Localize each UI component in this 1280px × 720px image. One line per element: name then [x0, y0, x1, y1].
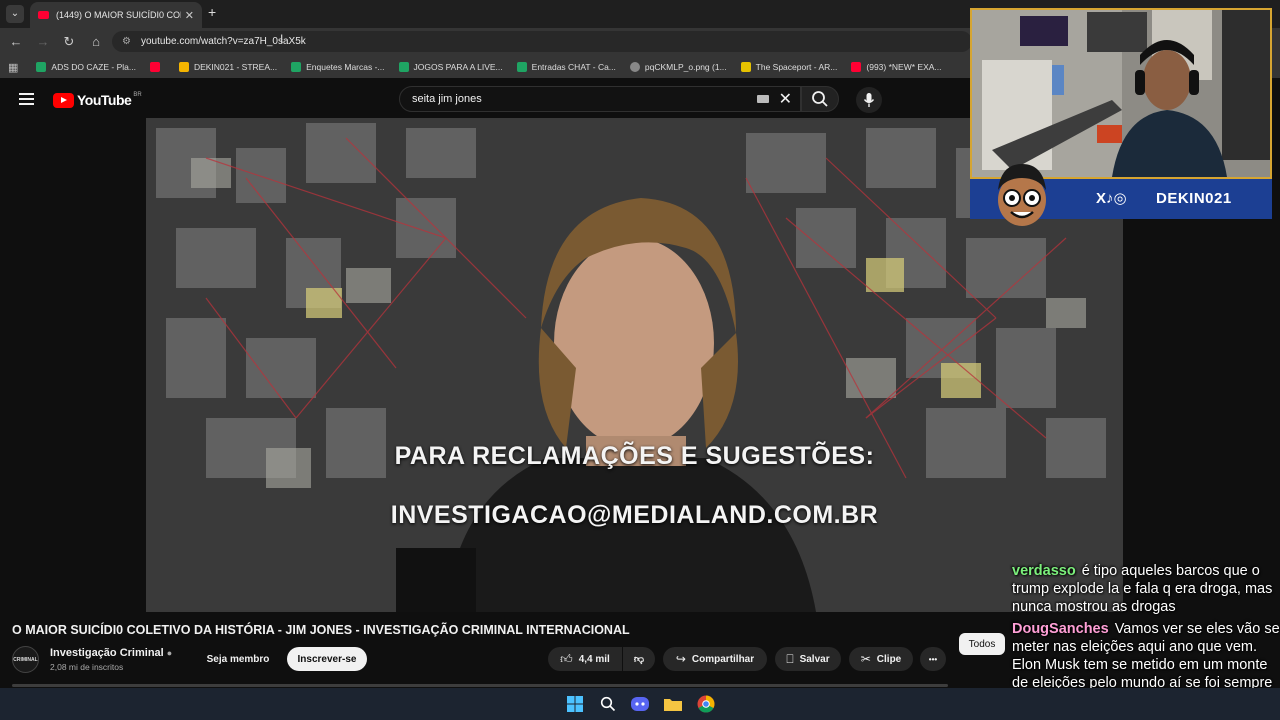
bookmark-item[interactable]: (993) *NEW* EXA...	[851, 62, 942, 72]
join-button[interactable]: Seja membro	[197, 647, 279, 671]
more-actions-button[interactable]: •••	[920, 647, 946, 671]
windows-start-icon[interactable]	[565, 694, 585, 714]
sheets-icon	[36, 62, 47, 72]
bookmark-item[interactable]: DEKIN021 - STREA...	[178, 62, 277, 72]
verified-icon: ●	[166, 648, 173, 658]
image-icon	[629, 62, 640, 72]
scissors-icon: ✂	[860, 652, 871, 666]
search-input[interactable]: seita jim jones ✕	[399, 86, 801, 112]
bookmark-item[interactable]: JOGOS PARA A LIVE...	[398, 62, 503, 72]
sheets-icon	[516, 62, 527, 72]
chrome-icon[interactable]	[696, 694, 716, 714]
clip-button[interactable]: ✂ Clipe	[849, 647, 913, 671]
youtube-play-icon	[53, 92, 74, 108]
bookmark-item[interactable]	[149, 62, 165, 72]
channel-avatar[interactable]: CRIMINAL	[12, 646, 39, 673]
search-button[interactable]	[801, 86, 839, 112]
bookmark-icon: ⎕	[786, 651, 794, 666]
channel-name[interactable]: Investigação Criminal ●	[50, 647, 172, 659]
bookmark-item[interactable]: ADS DO CAZE - Pla...	[36, 62, 136, 72]
tab-title: (1449) O MAIOR SUICÍDI0 COLE	[56, 10, 181, 20]
chat-message: verdasso é tipo aqueles barcos que o trum…	[1012, 562, 1280, 616]
page-divider	[12, 684, 948, 687]
dislike-button[interactable]: 👎︎	[623, 647, 655, 671]
youtube-icon	[149, 62, 160, 72]
home-icon[interactable]: ⌂	[88, 34, 104, 49]
youtube-logo[interactable]: YouTube BR	[53, 92, 142, 108]
subscriber-count: 2,08 mi de inscritos	[50, 662, 124, 672]
chat-filter-button[interactable]: Todos	[959, 633, 1005, 655]
forward-icon[interactable]: →	[35, 34, 51, 49]
site-info-icon[interactable]: ⚙	[122, 36, 131, 47]
youtube-favicon-icon	[38, 11, 49, 19]
sheets-icon	[291, 62, 302, 72]
webcam-feed	[970, 8, 1272, 179]
voice-search-button[interactable]	[856, 87, 882, 113]
address-bar[interactable]: ⚙ youtube.com/watch?v=za7H_0saX5k	[112, 31, 972, 52]
search-query: seita jim jones	[412, 93, 482, 105]
video-overlay-line-2: INVESTIGACAO@MEDIALAND.COM.BR	[390, 501, 879, 529]
reload-icon[interactable]: ↻	[61, 34, 77, 50]
bookmark-item[interactable]: Enquetes Marcas -...	[291, 62, 385, 72]
social-icons: X♪◎	[1096, 190, 1127, 207]
video-overlay-line-1: PARA RECLAMAÇÕES E SUGESTÕES:	[394, 442, 875, 470]
video-title: O MAIOR SUICÍDI0 COLETIVO DA HISTÓRIA - …	[12, 623, 630, 637]
sheets-icon	[398, 62, 409, 72]
file-explorer-icon[interactable]	[663, 694, 683, 714]
screen: ⌄ (1449) O MAIOR SUICÍDI0 COLE ✕ + ← → ↻…	[0, 0, 1280, 720]
bookmark-item[interactable]: Entradas CHAT - Ca...	[516, 62, 616, 72]
bookmark-item[interactable]: pqCKMLP_o.png (1...	[629, 62, 727, 72]
like-button[interactable]: 👍︎ 4,4 mil	[548, 647, 622, 671]
streamer-cartoon-avatar-icon	[998, 164, 1046, 226]
spaceport-icon	[740, 62, 751, 72]
streamer-handle: DEKIN021	[1156, 190, 1232, 207]
chat-username: verdasso	[1012, 563, 1076, 579]
subscribe-button[interactable]: Inscrever-se	[287, 647, 367, 671]
apps-grid-icon[interactable]: ▦	[8, 61, 18, 74]
browser-tab-active[interactable]: (1449) O MAIOR SUICÍDI0 COLE ✕	[30, 2, 202, 28]
back-icon[interactable]: ←	[8, 34, 24, 49]
search-icon	[812, 91, 828, 107]
tab-close-icon[interactable]: ✕	[185, 9, 194, 22]
discord-icon[interactable]	[630, 694, 650, 714]
drive-icon	[178, 62, 189, 72]
thumbs-down-icon: 👎︎	[633, 654, 645, 665]
share-icon: ↪	[675, 652, 686, 666]
webcam-image	[972, 10, 1270, 177]
menu-icon[interactable]	[19, 93, 34, 105]
tab-search-icon[interactable]: ⌄	[6, 5, 24, 23]
microphone-icon	[863, 93, 875, 107]
new-tab-button[interactable]: +	[208, 4, 216, 20]
thumbs-up-icon: 👍︎	[560, 651, 573, 666]
bookmark-item[interactable]: The Spaceport - AR...	[740, 62, 837, 72]
youtube-icon	[851, 62, 862, 72]
chat-username: DougSanches	[1012, 621, 1109, 637]
keyboard-icon[interactable]	[756, 95, 769, 103]
clear-search-icon[interactable]: ✕	[779, 89, 792, 109]
taskbar-search-icon[interactable]	[598, 694, 618, 714]
share-button[interactable]: ↪ Compartilhar	[663, 647, 767, 671]
text-cursor-icon: I	[280, 32, 284, 46]
save-button[interactable]: ⎕ Salvar	[775, 647, 841, 671]
